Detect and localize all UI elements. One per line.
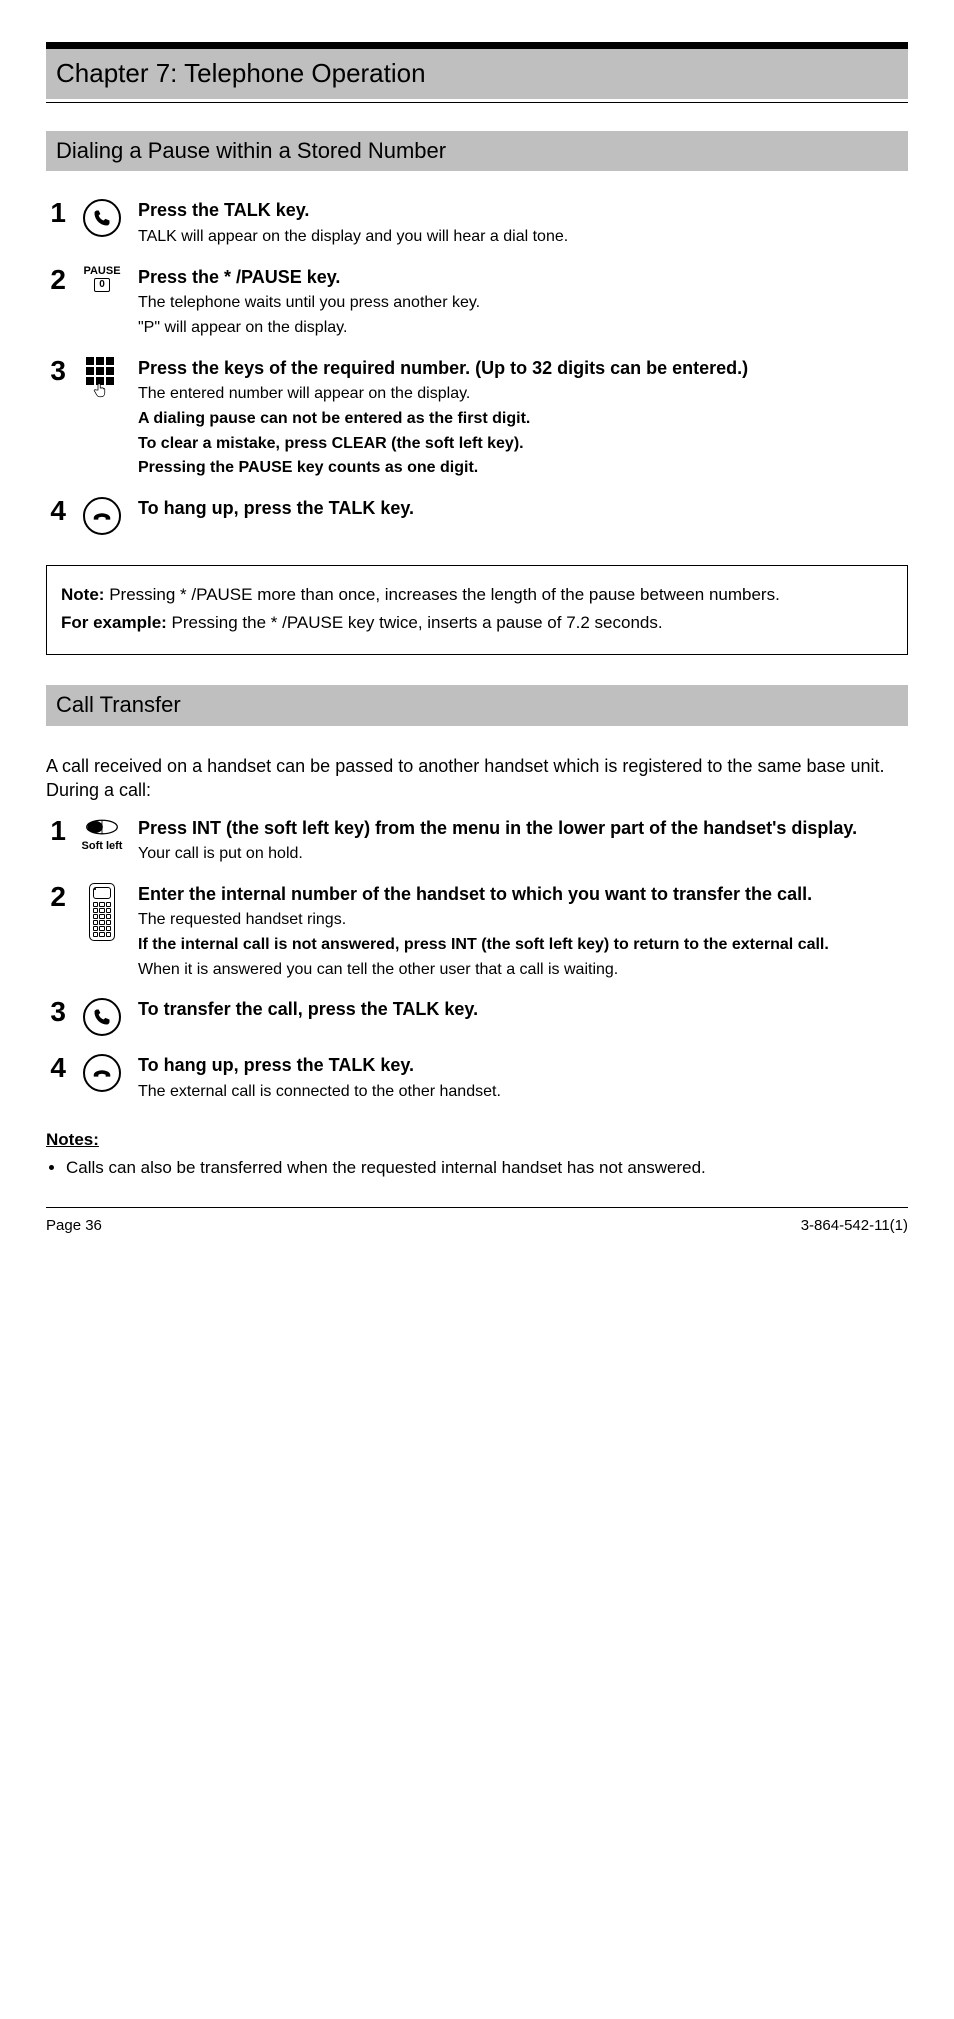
step-number: 2	[46, 266, 66, 294]
keypad-icon	[86, 357, 118, 397]
step-icon-col	[80, 357, 124, 397]
step-number: 2	[46, 883, 66, 911]
step-sub-bold: If the internal call is not answered, pr…	[138, 935, 908, 956]
step-number: 3	[46, 998, 66, 1026]
step-sub: "P" will appear on the display.	[138, 318, 908, 339]
footer-left: Page 36	[46, 1216, 102, 1236]
notes-item: Calls can also be transferred when the r…	[66, 1157, 908, 1179]
step-sub-bold: A dialing pause can not be entered as th…	[138, 409, 908, 430]
note-body: Pressing * /PAUSE more than once, increa…	[109, 585, 780, 604]
note-line-2: For example: Pressing the * /PAUSE key t…	[61, 612, 893, 634]
step-icon-col: PAUSE 0	[80, 266, 124, 292]
chapter-underline	[46, 102, 908, 103]
section-title-bar-1: Dialing a Pause within a Stored Number	[46, 131, 908, 172]
step-lead: To transfer the call, press the TALK key…	[138, 998, 908, 1021]
step-sub: The requested handset rings.	[138, 910, 908, 931]
step-number: 4	[46, 1054, 66, 1082]
step-sub: The entered number will appear on the di…	[138, 384, 908, 405]
top-black-rule	[46, 42, 908, 49]
section-title-bar-2: Call Transfer	[46, 685, 908, 726]
s2-step-4: 4 To hang up, press the TALK key. The ex…	[46, 1054, 908, 1102]
step-icon-col	[80, 998, 124, 1036]
chapter-title-bar: Chapter 7: Telephone Operation	[46, 49, 908, 99]
step-1: 1 Press the TALK key. TALK will appear o…	[46, 199, 908, 247]
s2-step-3: 3 To transfer the call, press the TALK k…	[46, 998, 908, 1036]
step-number: 1	[46, 817, 66, 845]
s2-step-1: 1 Soft left Press INT (the soft left key…	[46, 817, 908, 865]
step-lead: Press the keys of the required number. (…	[138, 357, 908, 380]
talk-icon	[83, 199, 121, 237]
section2-intro: A call received on a handset can be pass…	[46, 754, 908, 803]
note-lead: Note:	[61, 585, 104, 604]
note-example-body: Pressing the * /PAUSE key twice, inserts…	[172, 613, 663, 632]
step-icon-col	[80, 883, 124, 941]
step-3: 3 Press the keys of the required number.…	[46, 357, 908, 480]
step-lead: Press the TALK key.	[138, 199, 908, 222]
step-number: 4	[46, 497, 66, 525]
section-title-2: Call Transfer	[56, 692, 181, 717]
step-text: To transfer the call, press the TALK key…	[138, 998, 908, 1021]
note-example-lead: For example:	[61, 613, 167, 632]
step-sub: The external call is connected to the ot…	[138, 1082, 908, 1103]
step-icon-col: Soft left	[80, 817, 124, 853]
step-lead: Press the * /PAUSE key.	[138, 266, 908, 289]
step-sub: TALK will appear on the display and you …	[138, 227, 908, 248]
hangup-icon	[83, 497, 121, 535]
section-title-1: Dialing a Pause within a Stored Number	[56, 138, 446, 163]
step-lead: Enter the internal number of the handset…	[138, 883, 908, 906]
step-icon-col	[80, 497, 124, 535]
step-number: 3	[46, 357, 66, 385]
step-text: To hang up, press the TALK key. The exte…	[138, 1054, 908, 1102]
chapter-title: Chapter 7: Telephone Operation	[56, 58, 426, 88]
notes-list: Calls can also be transferred when the r…	[46, 1157, 908, 1179]
talk-icon	[83, 998, 121, 1036]
s2-step-2: 2 Enter the internal number of the hands…	[46, 883, 908, 981]
step-lead: Press INT (the soft left key) from the m…	[138, 817, 908, 840]
step-4: 4 To hang up, press the TALK key.	[46, 497, 908, 535]
step-text: Enter the internal number of the handset…	[138, 883, 908, 981]
hangup-icon	[83, 1054, 121, 1092]
handset-icon	[89, 883, 115, 941]
step-text: Press the TALK key. TALK will appear on …	[138, 199, 908, 247]
step-number: 1	[46, 199, 66, 227]
step-text: Press the keys of the required number. (…	[138, 357, 908, 480]
soft-left-label: Soft left	[82, 839, 123, 853]
step-lead: To hang up, press the TALK key.	[138, 1054, 908, 1077]
step-icon-col	[80, 199, 124, 237]
step-sub: Your call is put on hold.	[138, 844, 908, 865]
step-2: 2 PAUSE 0 Press the * /PAUSE key. The te…	[46, 266, 908, 339]
note-line-1: Note: Pressing * /PAUSE more than once, …	[61, 584, 893, 606]
step-text: To hang up, press the TALK key.	[138, 497, 908, 520]
step-text: Press the * /PAUSE key. The telephone wa…	[138, 266, 908, 339]
step-sub-bold: Pressing the PAUSE key counts as one dig…	[138, 458, 908, 479]
pause-label-icon: PAUSE	[83, 264, 120, 278]
notes-heading: Notes:	[46, 1129, 908, 1151]
footer: Page 36 3-864-542-11(1)	[46, 1207, 908, 1236]
soft-left-icon	[85, 817, 119, 837]
step-icon-col	[80, 1054, 124, 1092]
note-box: Note: Pressing * /PAUSE more than once, …	[46, 565, 908, 655]
step-text: Press INT (the soft left key) from the m…	[138, 817, 908, 865]
step-sub: The telephone waits until you press anot…	[138, 293, 908, 314]
pause-key-icon: 0	[94, 278, 110, 292]
step-lead: To hang up, press the TALK key.	[138, 497, 908, 520]
step-sub: When it is answered you can tell the oth…	[138, 960, 908, 981]
step-sub-bold: To clear a mistake, press CLEAR (the sof…	[138, 434, 908, 455]
footer-right: 3-864-542-11(1)	[801, 1216, 908, 1236]
